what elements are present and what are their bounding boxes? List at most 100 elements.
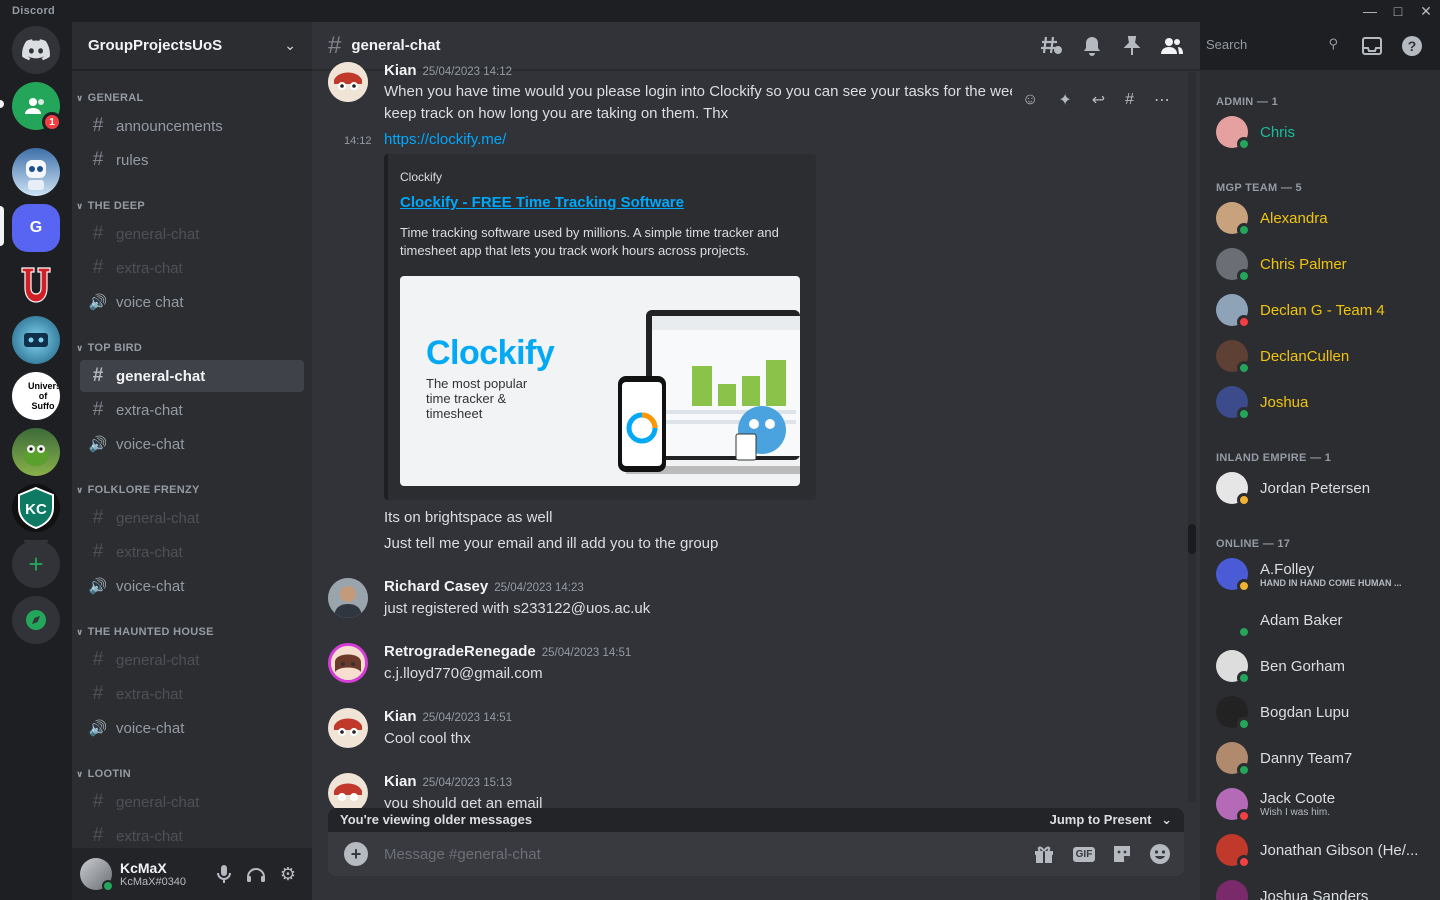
message-author[interactable]: Kian — [384, 773, 417, 790]
category-lootin[interactable]: ∨ LOOTIN — [76, 768, 131, 780]
member-item[interactable]: Chris Palmer — [1208, 243, 1432, 285]
threads-icon[interactable] — [1040, 34, 1064, 58]
member-list-icon[interactable] — [1160, 34, 1184, 58]
member-item[interactable]: Joshua — [1208, 381, 1432, 423]
embed-title[interactable]: Clockify - FREE Time Tracking Software — [400, 194, 684, 211]
avatar[interactable] — [80, 858, 114, 892]
category-general[interactable]: ∨ GENERAL — [76, 92, 144, 104]
scrollbar-thumb[interactable] — [1188, 524, 1196, 554]
member-item[interactable]: Jonathan Gibson (He/... — [1208, 829, 1432, 871]
kermit-server-icon[interactable] — [12, 428, 60, 476]
explore-servers-icon[interactable] — [12, 596, 60, 644]
member-item[interactable]: A.Folley HAND IN HAND COME HUMAN ... — [1208, 553, 1432, 595]
jump-to-present-button[interactable]: Jump to Present ⌄ — [1050, 812, 1172, 828]
message-input[interactable]: Message #general-chat — [384, 846, 541, 863]
avatar[interactable] — [328, 62, 368, 102]
avatar[interactable] — [328, 578, 368, 618]
avatar — [1216, 248, 1251, 283]
category-the-haunted-house[interactable]: ∨ THE HAUNTED HOUSE — [76, 626, 214, 638]
channel-voice-chat[interactable]: 🔊 voice-chat — [80, 570, 304, 602]
reply-icon[interactable]: ↩ — [1092, 90, 1105, 110]
channel-announcements[interactable]: # announcements — [80, 110, 304, 142]
member-item[interactable]: Jordan Petersen — [1208, 467, 1432, 509]
category-the-deep[interactable]: ∨ THE DEEP — [76, 200, 145, 212]
bell-icon[interactable] — [1080, 34, 1104, 58]
microphone-icon[interactable] — [210, 860, 238, 888]
channel-general-chat[interactable]: # general-chat — [80, 644, 304, 676]
channel-extra-chat[interactable]: # extra-chat — [80, 678, 304, 710]
super-reaction-icon[interactable]: ✦ — [1058, 90, 1071, 110]
guild-header[interactable]: GroupProjectsUoS ⌄ — [72, 22, 312, 70]
more-icon[interactable]: ⋯ — [1154, 90, 1170, 110]
member-item[interactable]: DeclanCullen — [1208, 335, 1432, 377]
embed-provider[interactable]: Clockify — [400, 170, 442, 184]
member-item[interactable]: Jack Coote Wish I was him. — [1208, 783, 1432, 825]
inbox-icon[interactable] — [1360, 34, 1384, 58]
channel-voice-chat[interactable]: 🔊 voice-chat — [80, 428, 304, 460]
message-author[interactable]: Richard Casey — [384, 578, 488, 595]
game-server-icon[interactable] — [12, 316, 60, 364]
embed-image[interactable]: Clockify The most popular time tracker &… — [400, 276, 800, 486]
embed-image-tagline: The most popular time tracker & timeshee… — [426, 376, 528, 421]
message-text: Cool cool thx — [384, 730, 471, 747]
help-icon[interactable]: ? — [1400, 34, 1424, 58]
avatar[interactable] — [328, 773, 368, 808]
gift-icon[interactable] — [1032, 842, 1056, 866]
emoji-icon[interactable] — [1148, 842, 1172, 866]
message-author[interactable]: Kian — [384, 62, 417, 79]
create-thread-icon[interactable]: # — [1125, 91, 1134, 109]
channel-extra-chat[interactable]: # extra-chat — [80, 394, 304, 426]
status-online-icon — [1237, 763, 1251, 777]
member-item[interactable]: Ben Gorham — [1208, 645, 1432, 687]
member-group-title: MGP TEAM — 5 — [1216, 182, 1302, 194]
channel-extra-chat[interactable]: # extra-chat — [80, 252, 304, 284]
member-item[interactable]: Danny Team7 — [1208, 737, 1432, 779]
gif-icon[interactable]: GIF — [1072, 842, 1096, 866]
category-top-bird[interactable]: ∨ TOP BIRD — [76, 342, 142, 354]
headphones-icon[interactable] — [242, 860, 270, 888]
close-icon[interactable]: ✕ — [1412, 2, 1440, 20]
pin-icon[interactable] — [1120, 34, 1144, 58]
kc-server-icon[interactable]: KC — [12, 484, 60, 532]
discord-home-icon[interactable] — [12, 26, 60, 74]
member-item[interactable]: Bogdan Lupu — [1208, 691, 1432, 733]
hash-icon: # — [92, 149, 104, 170]
channel-general-chat-active[interactable]: # general-chat — [80, 360, 304, 392]
member-item[interactable]: Joshua Sanders — [1208, 875, 1432, 900]
message-link[interactable]: https://clockify.me/ — [384, 131, 506, 148]
search-input[interactable]: Search ⚲ — [1200, 33, 1344, 57]
g-server-icon[interactable]: G — [12, 204, 60, 252]
category-folklore-frenzy[interactable]: ∨ FOLKLORE FRENZY — [76, 484, 200, 496]
robot-server-icon[interactable] — [12, 148, 60, 196]
maximize-icon[interactable]: □ — [1384, 2, 1412, 20]
add-server-icon[interactable]: + — [12, 540, 60, 588]
attach-plus-icon[interactable]: + — [344, 842, 368, 866]
status-online-icon — [1237, 717, 1251, 731]
channel-voice-chat[interactable]: 🔊 voice chat — [80, 286, 304, 318]
scrollbar-track[interactable] — [1188, 72, 1196, 802]
university-server-icon[interactable]: Univers of Suffo — [12, 372, 60, 420]
add-reaction-icon[interactable]: ☺ — [1022, 91, 1038, 109]
channel-general-chat[interactable]: # general-chat — [80, 218, 304, 250]
channel-rules[interactable]: # rules — [80, 144, 304, 176]
message-author[interactable]: RetrogradeRenegade — [384, 643, 536, 660]
channel-extra-chat[interactable]: # extra-chat — [80, 536, 304, 568]
u-server-icon[interactable] — [12, 260, 60, 308]
member-item[interactable]: Declan G - Team 4 — [1208, 289, 1432, 331]
chat-area: # general-chat Search ⚲ ? Kian 25/04/202… — [312, 22, 1422, 900]
avatar[interactable] — [328, 643, 368, 683]
channel-general-chat[interactable]: # general-chat — [80, 786, 304, 818]
minimize-icon[interactable]: — — [1356, 2, 1384, 20]
avatar — [1216, 696, 1251, 731]
sticker-icon[interactable] — [1110, 842, 1134, 866]
member-item[interactable]: Alexandra — [1208, 197, 1432, 239]
message-text: you should get an email — [384, 795, 543, 808]
gear-icon[interactable]: ⚙ — [274, 860, 302, 888]
member-item[interactable]: Adam Baker — [1208, 599, 1432, 641]
channel-general-chat[interactable]: # general-chat — [80, 502, 304, 534]
chevron-down-icon: ∨ — [76, 768, 84, 779]
message-author[interactable]: Kian — [384, 708, 417, 725]
channel-voice-chat[interactable]: 🔊 voice-chat — [80, 712, 304, 744]
member-item[interactable]: Chris — [1208, 111, 1432, 153]
avatar[interactable] — [328, 708, 368, 748]
